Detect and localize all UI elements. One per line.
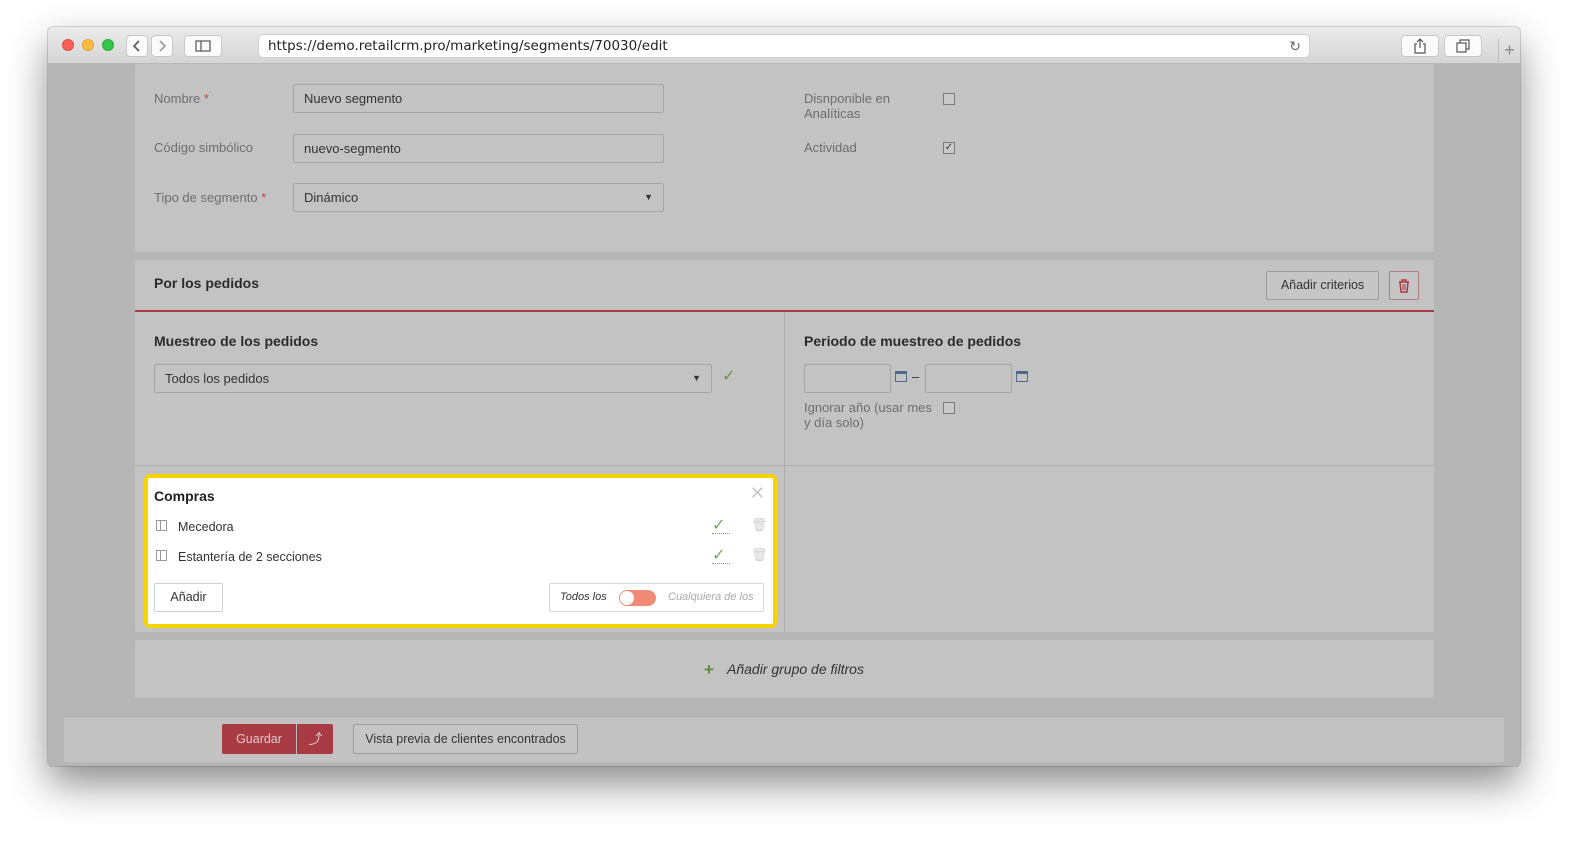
back-button[interactable] <box>126 35 148 57</box>
code-label: Código simbólico <box>154 140 253 155</box>
check-icon: ✓ <box>722 368 736 385</box>
sidebar-toggle-button[interactable] <box>184 35 222 57</box>
ignore-year-label: Ignorar año (usar mes y día solo) <box>804 400 932 430</box>
name-input[interactable]: Nuevo segmento <box>293 84 664 113</box>
activity-label: Actividad <box>804 140 857 155</box>
purchases-title: Compras <box>154 488 215 504</box>
close-window-button[interactable] <box>62 39 74 51</box>
share-icon <box>1414 38 1426 54</box>
arrow-up-icon: ⤴ <box>308 731 323 747</box>
analytics-checkbox[interactable] <box>943 93 955 105</box>
sidebar-icon <box>195 40 211 52</box>
save-and-exit-button[interactable]: ⤴ <box>297 724 333 754</box>
sampling-value: Todos los pedidos <box>165 371 270 386</box>
checkmark-icon: ✓ <box>944 142 954 153</box>
close-icon[interactable]: ✕ <box>750 483 765 504</box>
trash-icon[interactable]: 🗑 <box>751 517 768 533</box>
caret-down-icon: ▼ <box>644 192 653 202</box>
plus-icon: + <box>704 660 714 679</box>
browser-toolbar: https://demo.retailcrm.pro/marketing/seg… <box>48 27 1520 64</box>
name-label: Nombre * <box>154 91 209 106</box>
minimize-window-button[interactable] <box>82 39 94 51</box>
footer-action-bar: Guardar ⤴ Vista previa de clientes encon… <box>64 716 1504 762</box>
purchase-item: Mecedora <box>178 520 234 534</box>
product-icon <box>156 520 167 531</box>
add-filter-group-card[interactable]: + Añadir grupo de filtros <box>135 640 1434 698</box>
product-icon <box>156 550 167 561</box>
orders-section-title: Por los pedidos <box>154 275 260 291</box>
add-purchase-button[interactable]: Añadir <box>154 583 223 612</box>
address-bar[interactable]: https://demo.retailcrm.pro/marketing/seg… <box>258 34 1310 58</box>
sampling-title: Muestreo de los pedidos <box>154 333 319 349</box>
row-divider <box>135 465 1434 466</box>
chevron-right-icon <box>159 40 167 52</box>
share-button[interactable] <box>1401 35 1439 57</box>
new-tab-icon[interactable]: + <box>1498 39 1520 63</box>
date-from-input[interactable] <box>804 364 891 393</box>
toggle-any-label[interactable]: Cualquiera de los <box>668 591 754 603</box>
save-button[interactable]: Guardar <box>222 724 296 754</box>
url-text: https://demo.retailcrm.pro/marketing/seg… <box>268 38 668 54</box>
check-underline <box>712 533 730 534</box>
add-criteria-button[interactable]: Añadir criterios <box>1266 271 1379 300</box>
add-filter-group-label[interactable]: Añadir grupo de filtros <box>727 661 864 677</box>
segment-type-select[interactable]: Dinámico ▼ <box>293 183 664 212</box>
check-icon: ✓ <box>712 547 726 564</box>
reload-icon[interactable]: ↻ <box>1289 36 1301 58</box>
delete-criteria-button[interactable] <box>1389 271 1419 300</box>
column-divider <box>784 312 785 632</box>
check-underline <box>712 563 730 564</box>
segment-settings-card: Nombre * Nuevo segmento Código simbólico… <box>135 64 1434 252</box>
date-to-input[interactable] <box>925 364 1012 393</box>
match-mode-switch[interactable] <box>619 590 656 606</box>
analytics-label: Disnponible en Analíticas <box>804 91 891 121</box>
browser-window: https://demo.retailcrm.pro/marketing/seg… <box>48 27 1520 766</box>
ignore-year-checkbox[interactable] <box>943 402 955 414</box>
page-content: Nombre * Nuevo segmento Código simbólico… <box>48 64 1520 766</box>
activity-checkbox[interactable]: ✓ <box>943 142 955 154</box>
toggle-all-label[interactable]: Todos los <box>560 591 607 603</box>
maximize-window-button[interactable] <box>102 39 114 51</box>
forward-button[interactable] <box>151 35 173 57</box>
check-icon: ✓ <box>712 517 726 534</box>
purchase-item: Estantería de 2 secciones <box>178 550 322 564</box>
calendar-icon[interactable] <box>1016 371 1028 382</box>
switch-knob <box>620 591 634 605</box>
calendar-icon[interactable] <box>895 371 907 382</box>
caret-down-icon: ▼ <box>692 373 701 383</box>
trash-icon[interactable]: 🗑 <box>751 547 768 563</box>
code-input[interactable]: nuevo-segmento <box>293 134 664 163</box>
sampling-select[interactable]: Todos los pedidos ▼ <box>154 364 712 393</box>
match-mode-toggle[interactable]: Todos los Cualquiera de los <box>549 583 764 612</box>
segment-type-label: Tipo de segmento * <box>154 190 267 205</box>
trash-icon <box>1399 279 1409 293</box>
tabs-icon <box>1456 39 1470 53</box>
period-title: Periodo de muestreo de pedidos <box>804 333 1022 349</box>
preview-clients-button[interactable]: Vista previa de clientes encontrados <box>353 724 578 754</box>
date-separator: – <box>912 369 920 384</box>
chevron-left-icon <box>132 40 140 52</box>
segment-type-value: Dinámico <box>304 190 359 205</box>
tabs-overview-button[interactable] <box>1444 35 1482 57</box>
purchases-filter-panel: Compras ✕ Mecedora ✓ 🗑 Estantería de 2 s… <box>144 474 777 628</box>
